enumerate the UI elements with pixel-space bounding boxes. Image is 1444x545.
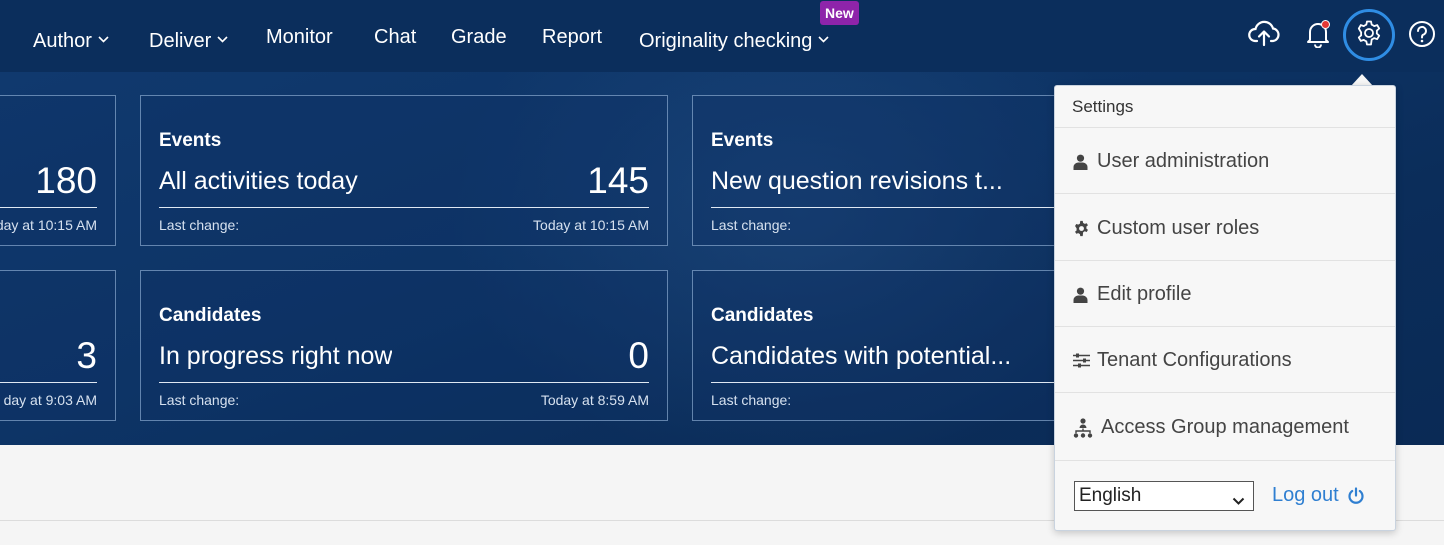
chevron-down-icon bbox=[818, 25, 829, 49]
notifications-button[interactable] bbox=[1296, 14, 1340, 58]
chevron-down-icon bbox=[98, 25, 109, 49]
nav-originality-checking[interactable]: Originality checking bbox=[639, 25, 829, 53]
card-divider bbox=[159, 382, 649, 383]
card-value: 0 bbox=[628, 335, 649, 376]
card-category: Events bbox=[159, 130, 222, 151]
card-timestamp: day at 10:15 AM bbox=[0, 217, 97, 233]
upload-button[interactable] bbox=[1242, 14, 1286, 58]
menu-divider bbox=[1055, 260, 1395, 261]
menu-item-label: User administration bbox=[1097, 150, 1270, 172]
card-label: In progress right now bbox=[159, 342, 393, 370]
chevron-down-icon bbox=[1232, 490, 1245, 512]
power-icon bbox=[1347, 486, 1365, 505]
card-timestamp: Today at 10:15 AM bbox=[533, 217, 649, 233]
user-icon bbox=[1073, 154, 1095, 170]
menu-item-user-administration[interactable]: User administration bbox=[1073, 150, 1269, 173]
language-select[interactable]: English bbox=[1074, 481, 1254, 511]
menu-divider bbox=[1055, 326, 1395, 327]
nav-originality-checking-label: Originality checking bbox=[639, 30, 813, 52]
nav-chat[interactable]: Chat bbox=[374, 25, 416, 49]
top-navigation-bar: Author Deliver Monitor Chat Grade Report… bbox=[0, 0, 1444, 72]
menu-item-label: Access Group management bbox=[1101, 416, 1349, 438]
card-label: Candidates with potential... bbox=[711, 342, 1011, 370]
settings-button[interactable] bbox=[1343, 9, 1395, 61]
menu-divider bbox=[1055, 193, 1395, 194]
chevron-down-icon bbox=[217, 25, 228, 49]
gear-icon bbox=[1355, 19, 1383, 52]
menu-item-label: Edit profile bbox=[1097, 283, 1192, 305]
card-value: 145 bbox=[587, 160, 649, 201]
cog-icon bbox=[1073, 220, 1095, 237]
dashboard-card[interactable]: Events All activities today 145 Last cha… bbox=[140, 95, 668, 246]
menu-item-edit-profile[interactable]: Edit profile bbox=[1073, 283, 1192, 306]
hierarchy-icon bbox=[1073, 417, 1099, 438]
card-category: Candidates bbox=[711, 305, 814, 326]
card-timestamp: Today at 8:59 AM bbox=[540, 392, 649, 408]
cloud-upload-icon bbox=[1248, 20, 1280, 53]
nav-author-label: Author bbox=[33, 30, 92, 52]
dashboard-card[interactable]: Candidates In progress right now 0 Last … bbox=[140, 270, 668, 421]
help-icon bbox=[1408, 20, 1436, 53]
dashboard-card[interactable]: 3 day at 9:03 AM bbox=[0, 270, 116, 421]
menu-item-label: Custom user roles bbox=[1097, 217, 1260, 239]
menu-divider bbox=[1055, 460, 1395, 461]
notification-dot bbox=[1321, 20, 1330, 29]
language-select-value: English bbox=[1079, 485, 1142, 506]
card-value: 3 bbox=[76, 335, 97, 376]
help-button[interactable] bbox=[1400, 14, 1444, 58]
card-category: Candidates bbox=[159, 305, 262, 326]
card-divider bbox=[0, 382, 97, 383]
card-last-change-label: Last change: bbox=[711, 217, 792, 233]
card-divider bbox=[159, 207, 649, 208]
menu-item-access-group-management[interactable]: Access Group management bbox=[1073, 416, 1349, 439]
logout-label: Log out bbox=[1272, 484, 1339, 506]
card-value: 180 bbox=[35, 160, 97, 201]
nav-deliver[interactable]: Deliver bbox=[149, 25, 228, 53]
settings-title: Settings bbox=[1072, 97, 1134, 116]
menu-item-tenant-configurations[interactable]: Tenant Configurations bbox=[1073, 349, 1292, 372]
menu-divider bbox=[1055, 127, 1395, 128]
nav-author[interactable]: Author bbox=[33, 25, 109, 53]
card-label: New question revisions t... bbox=[711, 167, 1001, 195]
logout-button[interactable]: Log out bbox=[1272, 484, 1365, 507]
card-label: All activities today bbox=[159, 167, 358, 195]
card-divider bbox=[0, 207, 97, 208]
card-divider bbox=[711, 207, 1056, 208]
menu-item-label: Tenant Configurations bbox=[1097, 349, 1292, 371]
nav-deliver-label: Deliver bbox=[149, 30, 212, 52]
card-category: Events bbox=[711, 130, 774, 151]
nav-monitor[interactable]: Monitor bbox=[266, 25, 333, 49]
card-last-change-label: Last change: bbox=[711, 392, 792, 408]
menu-divider bbox=[1055, 392, 1395, 393]
nav-report[interactable]: Report bbox=[542, 25, 602, 49]
settings-dropdown: Settings User administration Custom user… bbox=[1054, 85, 1396, 531]
card-last-change-label: Last change: bbox=[159, 392, 240, 408]
new-badge: New bbox=[820, 1, 859, 25]
card-divider bbox=[711, 382, 1056, 383]
card-last-change-label: Last change: bbox=[159, 217, 240, 233]
card-timestamp: day at 9:03 AM bbox=[3, 392, 97, 408]
menu-item-custom-user-roles[interactable]: Custom user roles bbox=[1073, 217, 1259, 240]
dashboard-card[interactable]: 180 day at 10:15 AM bbox=[0, 95, 116, 246]
user-icon bbox=[1073, 287, 1095, 303]
nav-grade[interactable]: Grade bbox=[451, 25, 507, 49]
sliders-icon bbox=[1073, 353, 1095, 368]
